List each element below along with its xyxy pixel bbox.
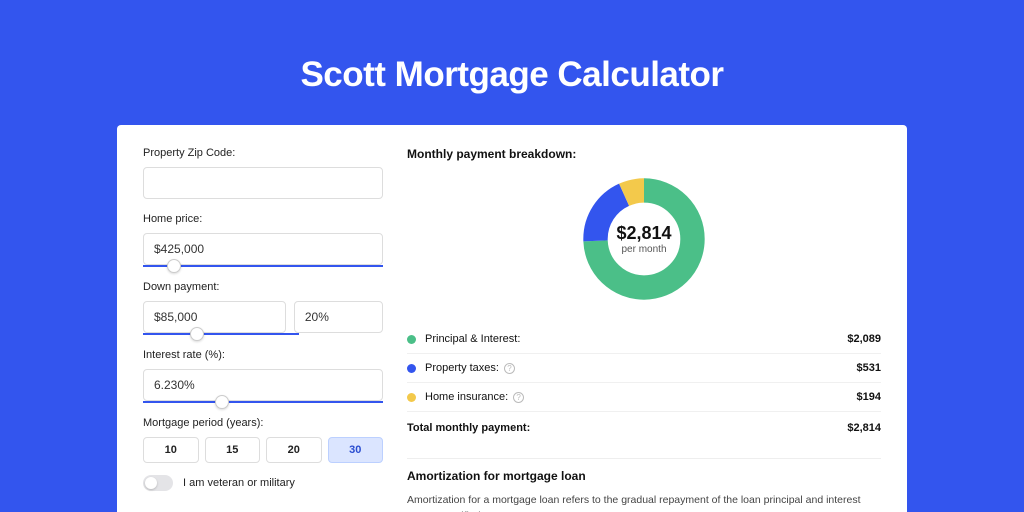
legend-dot-icon bbox=[407, 393, 416, 402]
down-payment-field: Down payment: bbox=[143, 281, 383, 335]
total-value: $2,814 bbox=[847, 422, 881, 434]
inputs-column: Property Zip Code: Home price: Down paym… bbox=[143, 147, 383, 503]
interest-field: Interest rate (%): bbox=[143, 349, 383, 403]
period-field: Mortgage period (years): 10152030 bbox=[143, 417, 383, 463]
home-price-field: Home price: bbox=[143, 213, 383, 267]
amortization-block: Amortization for mortgage loan Amortizat… bbox=[407, 458, 881, 512]
info-icon[interactable]: ? bbox=[504, 363, 515, 374]
legend-item-value: $2,089 bbox=[847, 333, 881, 345]
legend-dot-icon bbox=[407, 364, 416, 373]
period-button-10[interactable]: 10 bbox=[143, 437, 199, 463]
interest-slider[interactable] bbox=[143, 401, 383, 403]
interest-slider-thumb[interactable] bbox=[215, 395, 229, 409]
home-price-label: Home price: bbox=[143, 213, 383, 225]
breakdown-title: Monthly payment breakdown: bbox=[407, 147, 881, 161]
legend-item-label: Home insurance:? bbox=[425, 391, 857, 403]
interest-input[interactable] bbox=[143, 369, 383, 401]
legend-row: Home insurance:?$194 bbox=[407, 383, 881, 412]
amortization-text: Amortization for a mortgage loan refers … bbox=[407, 493, 881, 512]
down-payment-slider[interactable] bbox=[143, 333, 299, 335]
legend-row: Property taxes:?$531 bbox=[407, 354, 881, 383]
total-label: Total monthly payment: bbox=[407, 422, 847, 434]
down-payment-pct-input[interactable] bbox=[294, 301, 383, 333]
legend-item-value: $531 bbox=[857, 362, 881, 374]
page-title: Scott Mortgage Calculator bbox=[0, 55, 1024, 95]
veteran-row: I am veteran or military bbox=[143, 475, 383, 491]
down-payment-input[interactable] bbox=[143, 301, 286, 333]
period-button-15[interactable]: 15 bbox=[205, 437, 261, 463]
legend-row: Principal & Interest:$2,089 bbox=[407, 325, 881, 354]
zip-label: Property Zip Code: bbox=[143, 147, 383, 159]
interest-label: Interest rate (%): bbox=[143, 349, 383, 361]
home-price-slider[interactable] bbox=[143, 265, 383, 267]
donut-chart: $2,814 per month bbox=[407, 175, 881, 303]
home-price-slider-thumb[interactable] bbox=[167, 259, 181, 273]
period-button-row: 10152030 bbox=[143, 437, 383, 463]
down-payment-label: Down payment: bbox=[143, 281, 383, 293]
zip-field: Property Zip Code: bbox=[143, 147, 383, 199]
legend-dot-icon bbox=[407, 335, 416, 344]
veteran-toggle-knob bbox=[145, 477, 157, 489]
info-icon[interactable]: ? bbox=[513, 392, 524, 403]
donut-center: $2,814 per month bbox=[616, 223, 671, 255]
calculator-card: Property Zip Code: Home price: Down paym… bbox=[117, 125, 907, 512]
legend-list: Principal & Interest:$2,089Property taxe… bbox=[407, 325, 881, 412]
amortization-title: Amortization for mortgage loan bbox=[407, 469, 881, 483]
legend-item-label: Principal & Interest: bbox=[425, 333, 847, 345]
legend-item-value: $194 bbox=[857, 391, 881, 403]
veteran-toggle[interactable] bbox=[143, 475, 173, 491]
veteran-label: I am veteran or military bbox=[183, 477, 295, 489]
donut-total: $2,814 bbox=[616, 223, 671, 244]
total-row: Total monthly payment: $2,814 bbox=[407, 412, 881, 442]
legend-item-label: Property taxes:? bbox=[425, 362, 857, 374]
period-label: Mortgage period (years): bbox=[143, 417, 383, 429]
breakdown-column: Monthly payment breakdown: $2,814 per mo… bbox=[407, 147, 881, 503]
donut-sub: per month bbox=[616, 244, 671, 255]
zip-input[interactable] bbox=[143, 167, 383, 199]
period-button-30[interactable]: 30 bbox=[328, 437, 384, 463]
down-payment-slider-thumb[interactable] bbox=[190, 327, 204, 341]
divider bbox=[407, 458, 881, 459]
page-root: Scott Mortgage Calculator Property Zip C… bbox=[0, 0, 1024, 512]
period-button-20[interactable]: 20 bbox=[266, 437, 322, 463]
